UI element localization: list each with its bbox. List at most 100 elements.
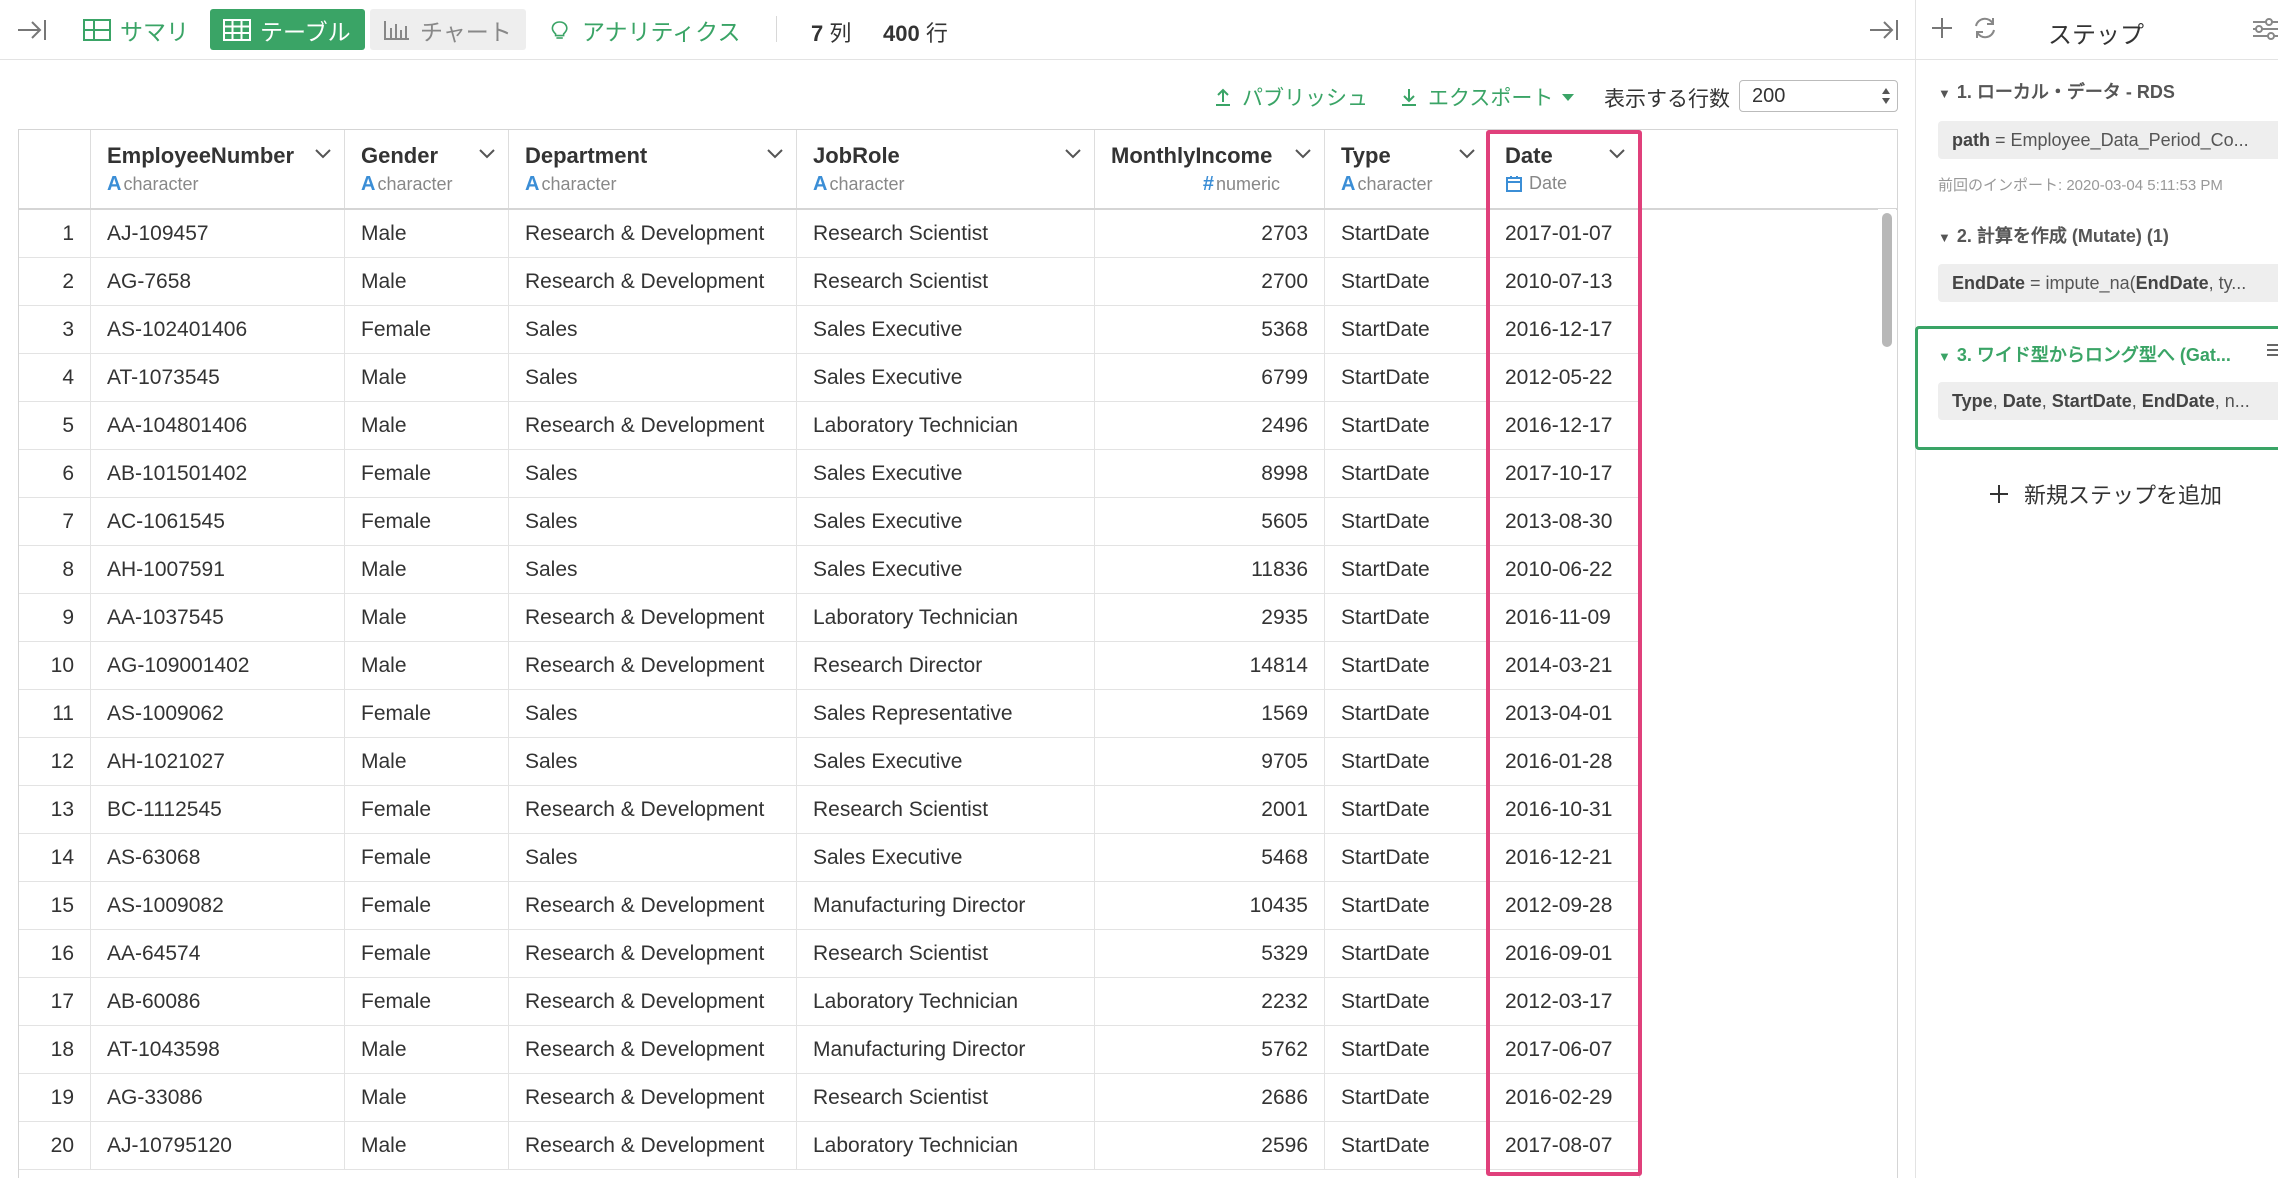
table-cell[interactable]: Female xyxy=(345,882,509,929)
table-cell[interactable]: Male xyxy=(345,402,509,449)
table-cell[interactable]: 5762 xyxy=(1095,1026,1325,1073)
table-cell[interactable]: Laboratory Technician xyxy=(797,1122,1095,1169)
table-cell[interactable]: 11836 xyxy=(1095,546,1325,593)
table-cell[interactable]: AT-1073545 xyxy=(91,354,345,401)
list-menu-icon[interactable] xyxy=(2266,343,2278,357)
table-cell[interactable]: AJ-10795120 xyxy=(91,1122,345,1169)
table-cell[interactable]: StartDate xyxy=(1325,1074,1489,1121)
table-cell[interactable]: Male xyxy=(345,354,509,401)
table-cell[interactable]: Female xyxy=(345,786,509,833)
column-header[interactable]: EmployeeNumber Acharacter xyxy=(91,130,345,208)
step-2-header[interactable]: ▼ 2. 計算を作成 (Mutate) (1) xyxy=(1938,222,2169,248)
table-cell[interactable]: StartDate xyxy=(1325,450,1489,497)
table-cell[interactable]: 2016-12-17 xyxy=(1489,402,1639,449)
column-header[interactable]: JobRole Acharacter xyxy=(797,130,1095,208)
rows-to-show-select[interactable]: 200 xyxy=(1739,80,1898,112)
table-cell[interactable]: AS-63068 xyxy=(91,834,345,881)
plus-icon[interactable] xyxy=(1928,14,1956,42)
table-cell[interactable]: AG-33086 xyxy=(91,1074,345,1121)
table-cell[interactable]: Research Scientist xyxy=(797,210,1095,257)
table-cell[interactable]: Research Scientist xyxy=(797,1074,1095,1121)
table-cell[interactable]: 2016-10-31 xyxy=(1489,786,1639,833)
table-cell[interactable]: Male xyxy=(345,210,509,257)
table-cell[interactable]: 6799 xyxy=(1095,354,1325,401)
step-1-detail[interactable]: path = Employee_Data_Period_Co... xyxy=(1938,121,2278,159)
table-cell[interactable]: StartDate xyxy=(1325,210,1489,257)
table-cell[interactable]: AA-1037545 xyxy=(91,594,345,641)
chevron-down-icon[interactable] xyxy=(478,148,496,160)
table-cell[interactable]: 2001 xyxy=(1095,786,1325,833)
table-cell[interactable]: Research & Development xyxy=(509,1026,797,1073)
table-cell[interactable]: StartDate xyxy=(1325,498,1489,545)
table-cell[interactable]: 5468 xyxy=(1095,834,1325,881)
table-cell[interactable]: 2016-01-28 xyxy=(1489,738,1639,785)
table-cell[interactable]: 14814 xyxy=(1095,642,1325,689)
table-cell[interactable]: Laboratory Technician xyxy=(797,402,1095,449)
table-cell[interactable]: Research & Development xyxy=(509,882,797,929)
table-cell[interactable]: AS-102401406 xyxy=(91,306,345,353)
table-cell[interactable]: Male xyxy=(345,594,509,641)
column-header[interactable]: Gender Acharacter xyxy=(345,130,509,208)
table-cell[interactable]: Sales Executive xyxy=(797,354,1095,401)
table-cell[interactable]: Female xyxy=(345,834,509,881)
table-cell[interactable]: 2016-09-01 xyxy=(1489,930,1639,977)
table-cell[interactable]: Manufacturing Director xyxy=(797,1026,1095,1073)
table-cell[interactable]: Sales Executive xyxy=(797,546,1095,593)
table-cell[interactable]: StartDate xyxy=(1325,738,1489,785)
table-cell[interactable]: Male xyxy=(345,1122,509,1169)
table-cell[interactable]: 2596 xyxy=(1095,1122,1325,1169)
table-cell[interactable]: StartDate xyxy=(1325,882,1489,929)
add-new-step-button[interactable]: 新規ステップを追加 xyxy=(1988,478,2222,510)
table-cell[interactable]: BC-1112545 xyxy=(91,786,345,833)
tab-table[interactable]: テーブル xyxy=(210,9,365,50)
column-header[interactable]: MonthlyIncome # numeric xyxy=(1095,130,1325,208)
table-cell[interactable]: Sales Executive xyxy=(797,450,1095,497)
table-cell[interactable]: 8998 xyxy=(1095,450,1325,497)
table-cell[interactable]: Research Director xyxy=(797,642,1095,689)
chevron-down-icon[interactable] xyxy=(1458,148,1476,160)
table-cell[interactable]: Female xyxy=(345,498,509,545)
table-cell[interactable]: 2017-10-17 xyxy=(1489,450,1639,497)
table-cell[interactable]: Research & Development xyxy=(509,1074,797,1121)
table-cell[interactable]: 2012-09-28 xyxy=(1489,882,1639,929)
table-cell[interactable]: StartDate xyxy=(1325,642,1489,689)
table-cell[interactable]: 2012-03-17 xyxy=(1489,978,1639,1025)
table-cell[interactable]: Sales xyxy=(509,306,797,353)
table-cell[interactable]: 2013-04-01 xyxy=(1489,690,1639,737)
step-1-header[interactable]: ▼ 1. ローカル・データ - RDS xyxy=(1938,78,2175,104)
table-cell[interactable]: 5368 xyxy=(1095,306,1325,353)
vertical-scrollbar[interactable] xyxy=(1878,209,1896,1178)
table-cell[interactable]: StartDate xyxy=(1325,834,1489,881)
table-cell[interactable]: StartDate xyxy=(1325,354,1489,401)
sliders-settings-icon[interactable] xyxy=(2251,16,2278,42)
table-cell[interactable]: Male xyxy=(345,642,509,689)
tab-summary[interactable]: サマリ xyxy=(70,9,203,50)
table-cell[interactable]: StartDate xyxy=(1325,546,1489,593)
table-cell[interactable]: AT-1043598 xyxy=(91,1026,345,1073)
table-cell[interactable]: StartDate xyxy=(1325,690,1489,737)
table-cell[interactable]: Research & Development xyxy=(509,642,797,689)
table-cell[interactable]: 9705 xyxy=(1095,738,1325,785)
table-cell[interactable]: Female xyxy=(345,306,509,353)
table-cell[interactable]: Laboratory Technician xyxy=(797,978,1095,1025)
table-cell[interactable]: Female xyxy=(345,690,509,737)
table-cell[interactable]: Research Scientist xyxy=(797,786,1095,833)
chevron-down-icon[interactable] xyxy=(1294,148,1312,160)
table-cell[interactable]: Male xyxy=(345,738,509,785)
collapse-left-icon[interactable] xyxy=(14,14,50,46)
table-cell[interactable]: Female xyxy=(345,978,509,1025)
table-cell[interactable]: Sales xyxy=(509,834,797,881)
column-header[interactable]: Type Acharacter xyxy=(1325,130,1489,208)
tab-chart[interactable]: チャート xyxy=(370,9,526,50)
table-cell[interactable]: StartDate xyxy=(1325,258,1489,305)
table-cell[interactable]: StartDate xyxy=(1325,594,1489,641)
chevron-down-icon[interactable] xyxy=(1608,148,1626,160)
table-cell[interactable]: AS-1009082 xyxy=(91,882,345,929)
table-cell[interactable]: Manufacturing Director xyxy=(797,882,1095,929)
table-cell[interactable]: 2016-12-17 xyxy=(1489,306,1639,353)
scrollbar-thumb[interactable] xyxy=(1882,213,1892,347)
table-cell[interactable]: Male xyxy=(345,546,509,593)
table-cell[interactable]: Sales Executive xyxy=(797,306,1095,353)
chevron-down-icon[interactable] xyxy=(1064,148,1082,160)
table-cell[interactable]: Female xyxy=(345,450,509,497)
